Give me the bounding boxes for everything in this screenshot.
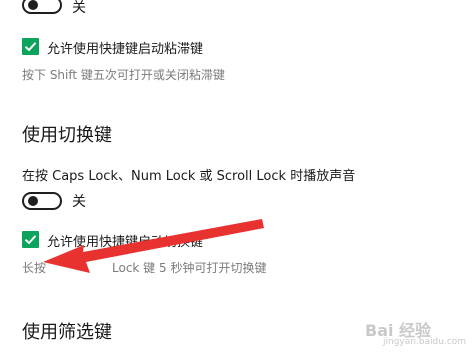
red-arrow-icon bbox=[43, 219, 264, 273]
watermark-url: jingyan.baidu.com bbox=[383, 337, 467, 347]
